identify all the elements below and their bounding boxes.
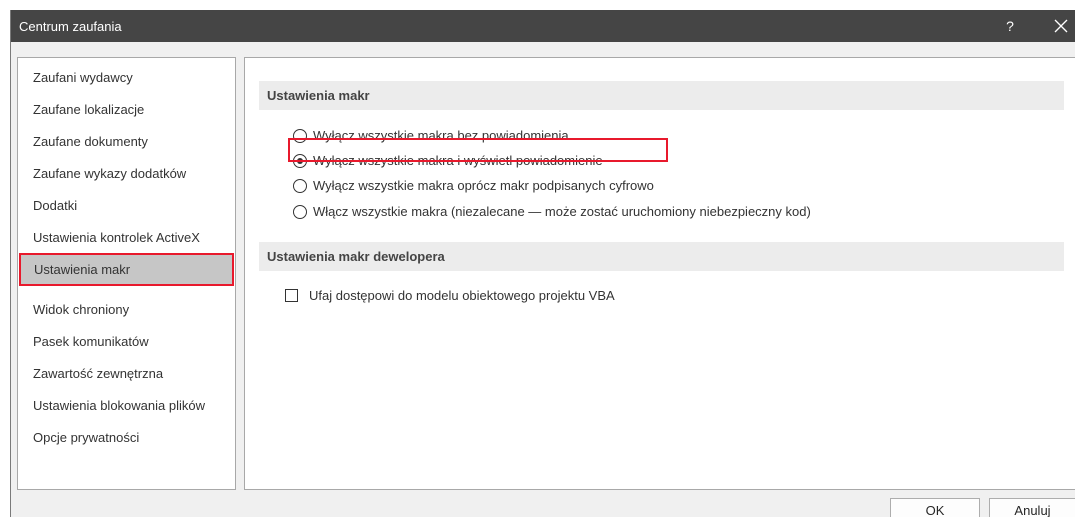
sidebar-item-protected-view[interactable]: Widok chroniony [18,293,235,326]
ok-button[interactable]: OK [890,498,980,517]
close-icon [1054,19,1068,33]
sidebar-item-trusted-documents[interactable]: Zaufane dokumenty [18,125,235,158]
sidebar-item-privacy-options[interactable]: Opcje prywatności [18,421,235,454]
vba-access-label: Ufaj dostępowi do modelu obiektowego pro… [309,288,615,303]
sidebar-item-file-block-settings[interactable]: Ustawienia blokowania plików [18,389,235,422]
sidebar-item-message-bar[interactable]: Pasek komunikatów [18,325,235,358]
window-title: Centrum zaufania [19,19,122,34]
vba-access-checkbox[interactable] [285,289,298,302]
sidebar: Zaufani wydawcy Zaufane lokalizacje Zauf… [17,57,236,490]
close-button[interactable] [1048,13,1074,39]
sidebar-item-addins[interactable]: Dodatki [18,189,235,222]
trust-center-dialog: Centrum zaufania ? Zaufani wydawcy Zaufa… [10,10,1075,517]
sidebar-item-external-content[interactable]: Zawartość zewnętrzna [18,357,235,390]
developer-settings-header: Ustawienia makr dewelopera [259,242,1064,271]
radio-button[interactable] [293,205,307,219]
sidebar-item-trusted-publishers[interactable]: Zaufani wydawcy [18,61,235,94]
sidebar-item-trusted-locations[interactable]: Zaufane lokalizacje [18,93,235,126]
main-panel: Ustawienia makr Wyłącz wszystkie makra b… [244,57,1075,490]
radio-label: Wyłącz wszystkie makra oprócz makr podpi… [313,178,654,193]
sidebar-item-activex-settings[interactable]: Ustawienia kontrolek ActiveX [18,221,235,254]
radio-button[interactable] [293,179,307,193]
annotation-highlight-box [288,138,668,162]
sidebar-item-trusted-addin-catalogs[interactable]: Zaufane wykazy dodatków [18,157,235,190]
cancel-button[interactable]: Anuluj [989,498,1075,517]
title-bar: Centrum zaufania ? [11,10,1075,42]
macro-settings-header: Ustawienia makr [259,81,1064,110]
radio-label: Włącz wszystkie makra (niezalecane — moż… [313,204,811,219]
help-button[interactable]: ? [999,15,1021,37]
sidebar-item-macro-settings[interactable]: Ustawienia makr [19,253,234,286]
